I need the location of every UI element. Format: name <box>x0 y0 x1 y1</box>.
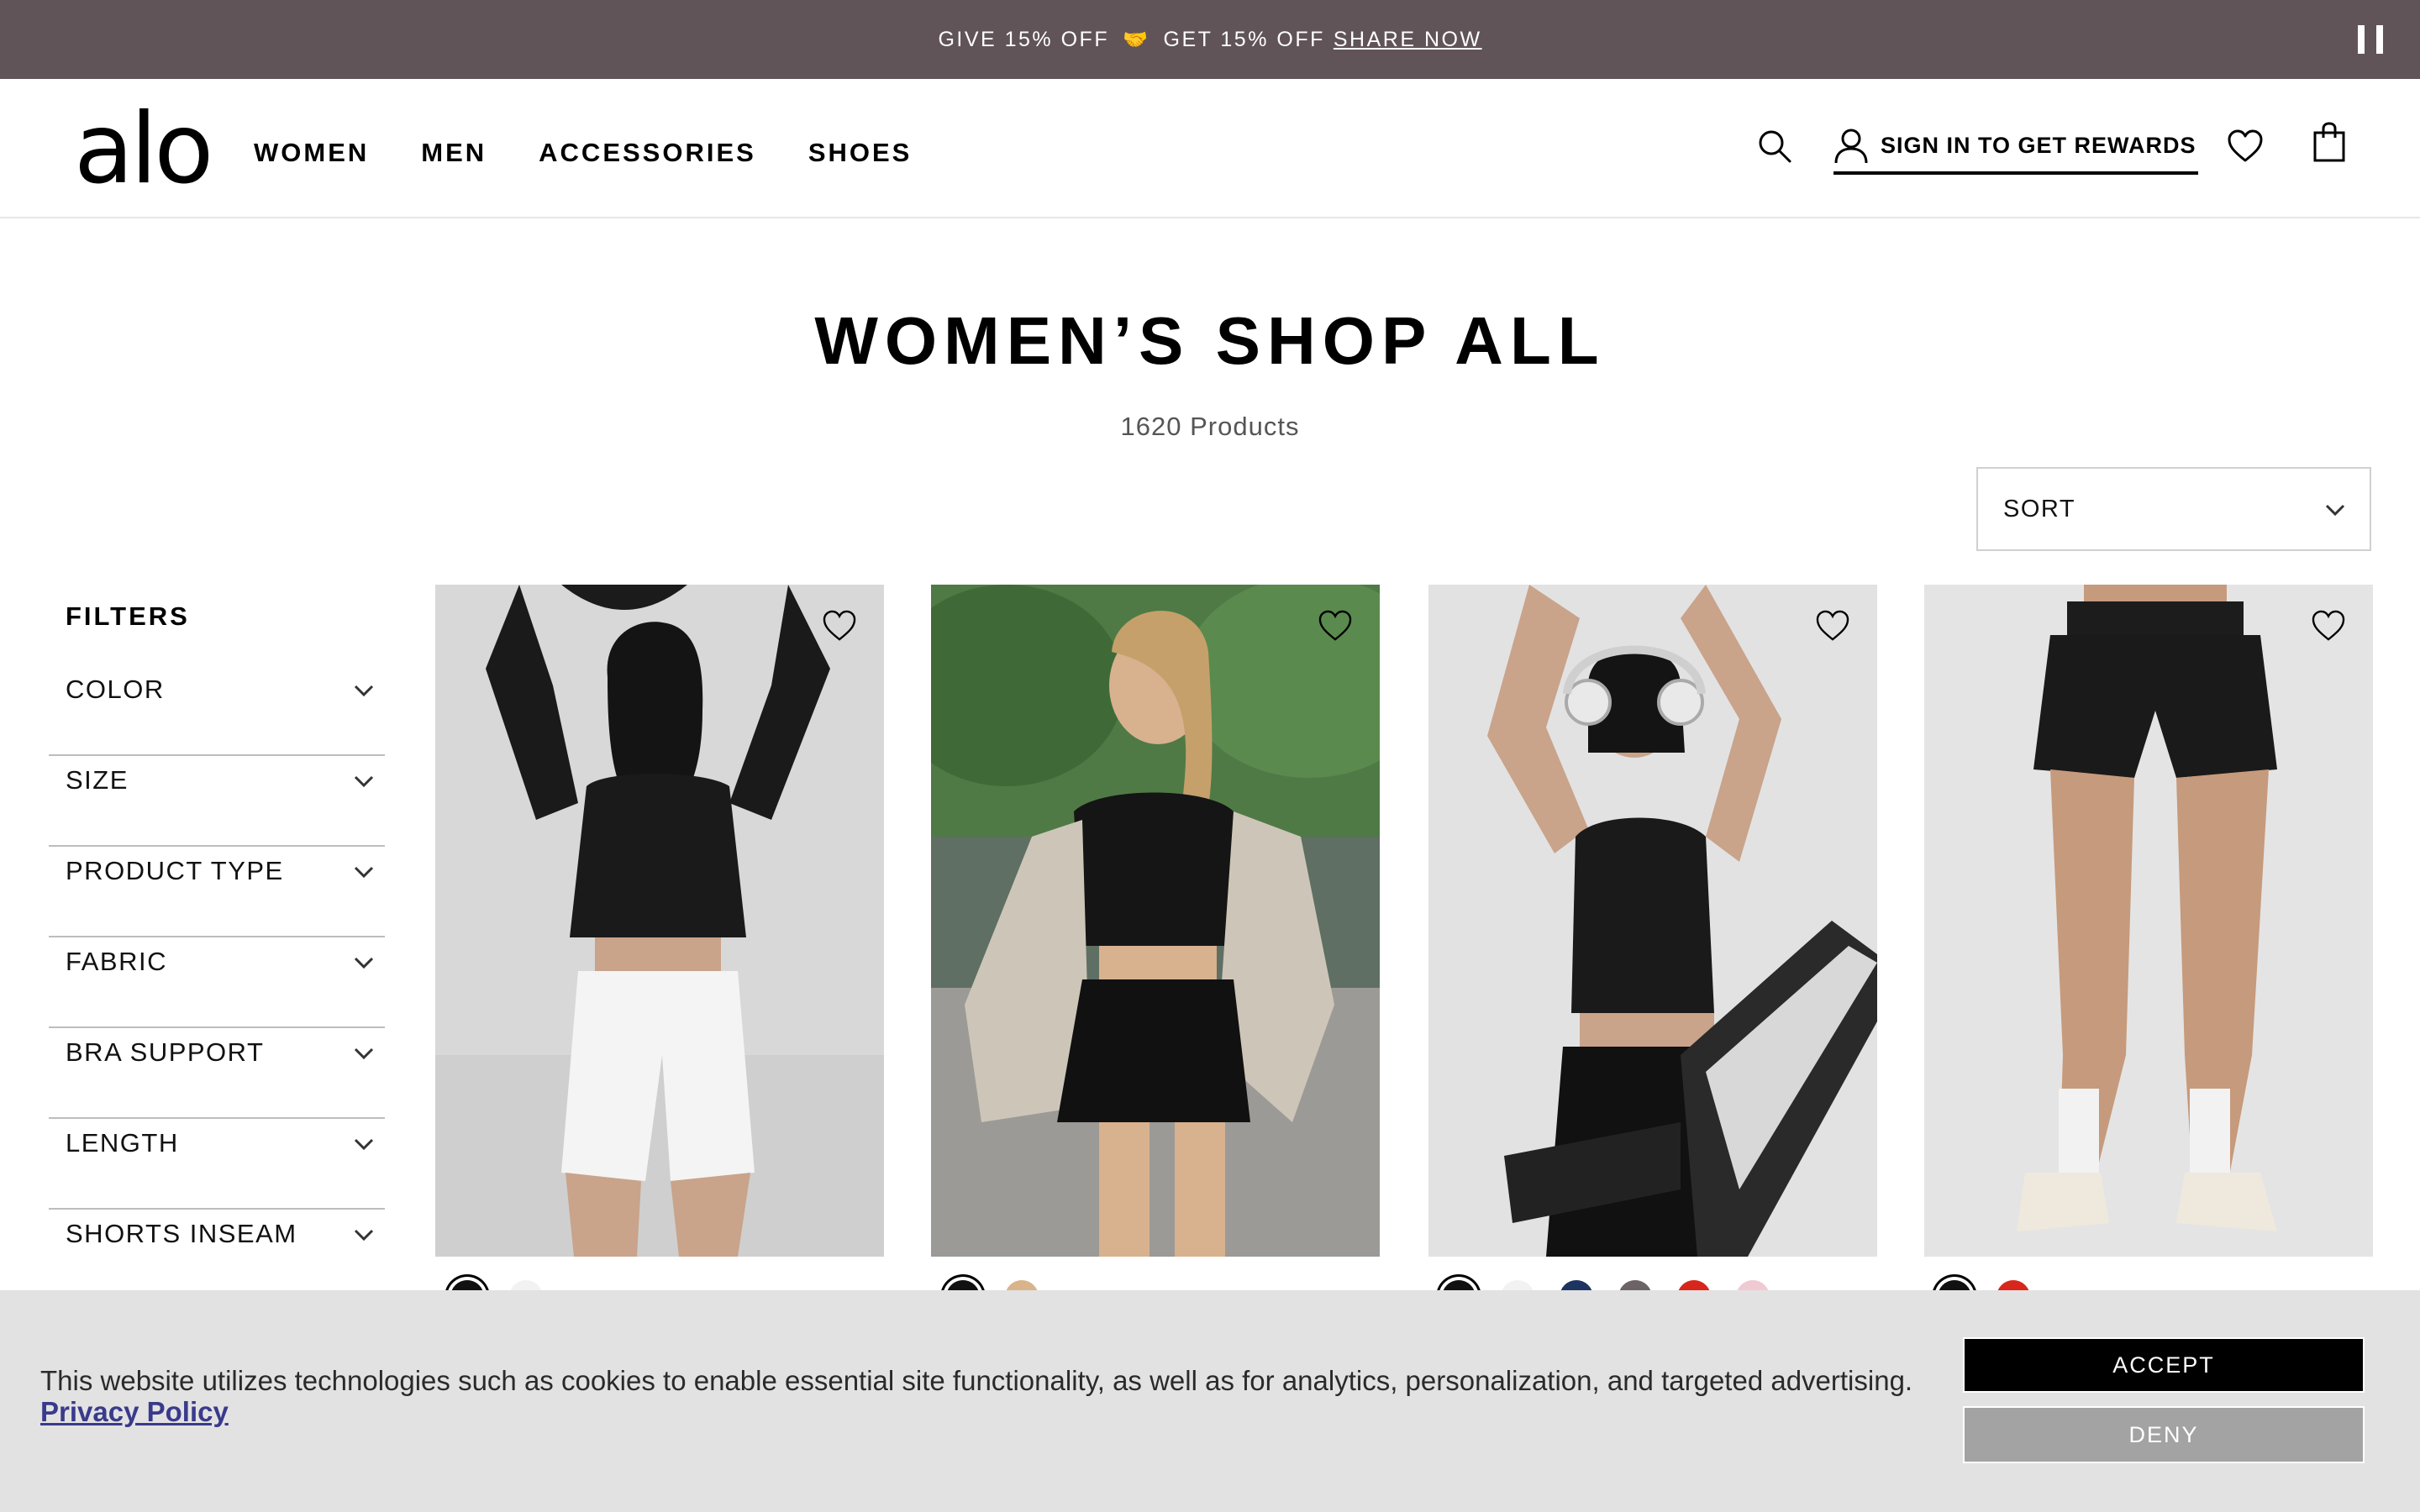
chevron-down-icon <box>354 957 374 969</box>
chevron-down-icon <box>354 685 374 697</box>
bag-icon[interactable] <box>2312 121 2346 163</box>
user-icon <box>1834 129 1868 164</box>
product-card[interactable] <box>1428 585 1877 1257</box>
product-card[interactable] <box>1924 585 2373 1257</box>
filter-bra-support[interactable]: BRA SUPPORT <box>49 1028 385 1119</box>
filter-label: LENGTH <box>66 1128 179 1158</box>
heart-icon[interactable] <box>1318 610 1353 642</box>
product-image[interactable] <box>1428 585 1877 1257</box>
sign-in-rewards-link[interactable]: SIGN IN TO GET REWARDS <box>1833 128 2198 175</box>
filter-label: BRA SUPPORT <box>66 1037 265 1067</box>
filter-product-type[interactable]: PRODUCT TYPE <box>49 847 385 937</box>
accept-button[interactable]: ACCEPT <box>1963 1337 2365 1393</box>
filters-title: FILTERS <box>66 601 190 631</box>
product-image[interactable] <box>931 585 1380 1257</box>
filter-label: SIZE <box>66 765 129 795</box>
sort-dropdown[interactable]: SORT <box>1976 467 2371 551</box>
filter-label: FABRIC <box>66 947 167 976</box>
heart-icon[interactable] <box>822 610 857 642</box>
handshake-icon: 🤝 <box>1123 28 1150 51</box>
cookie-banner: This website utilizes technologies such … <box>0 1290 2420 1512</box>
filter-fabric[interactable]: FABRIC <box>49 937 385 1028</box>
chevron-down-icon <box>354 1229 374 1242</box>
heart-icon[interactable] <box>2311 610 2346 642</box>
main-nav: WOMEN MEN ACCESSORIES SHOES <box>254 138 964 168</box>
cookie-text: This website utilizes technologies such … <box>40 1365 1913 1396</box>
promo-bar: GIVE 15% OFF 🤝 GET 15% OFF SHARE NOW <box>0 0 2420 79</box>
product-count: 1620 Products <box>1120 412 1300 441</box>
filter-label: PRODUCT TYPE <box>66 856 284 885</box>
filter-color[interactable]: COLOR <box>49 665 385 756</box>
promo-give-text: GIVE 15% OFF <box>938 27 1110 51</box>
product-image[interactable] <box>1924 585 2373 1257</box>
product-card[interactable] <box>435 585 884 1257</box>
search-icon[interactable] <box>1756 128 1793 165</box>
filter-length[interactable]: LENGTH <box>49 1119 385 1210</box>
chevron-down-icon <box>354 1047 374 1060</box>
filter-shorts-inseam[interactable]: SHORTS INSEAM <box>49 1210 385 1300</box>
page-title: WOMEN’S SHOP ALL <box>814 303 1606 378</box>
sign-in-label: SIGN IN TO GET REWARDS <box>1881 133 2196 158</box>
deny-button[interactable]: DENY <box>1963 1406 2365 1463</box>
chevron-down-icon <box>354 775 374 788</box>
site-header: alo WOMEN MEN ACCESSORIES SHOES SIGN IN … <box>0 79 2420 218</box>
filter-label: COLOR <box>66 675 165 704</box>
chevron-down-icon <box>354 1138 374 1151</box>
promo-get-text: GET 15% OFF <box>1163 27 1325 51</box>
nav-shoes[interactable]: SHOES <box>808 138 913 168</box>
chevron-down-icon <box>2325 504 2345 517</box>
nav-accessories[interactable]: ACCESSORIES <box>539 138 756 168</box>
filter-size[interactable]: SIZE <box>49 756 385 847</box>
share-now-link[interactable]: SHARE NOW <box>1334 28 1482 52</box>
heart-icon[interactable] <box>2227 129 2264 163</box>
sort-label: SORT <box>2003 495 2076 522</box>
privacy-policy-link[interactable]: Privacy Policy <box>40 1396 229 1428</box>
chevron-down-icon <box>354 866 374 879</box>
product-card[interactable] <box>931 585 1380 1257</box>
product-image[interactable] <box>435 585 884 1257</box>
pause-icon[interactable] <box>2358 25 2383 54</box>
nav-men[interactable]: MEN <box>421 138 487 168</box>
filter-label: SHORTS INSEAM <box>66 1219 297 1248</box>
nav-women[interactable]: WOMEN <box>254 138 369 168</box>
heart-icon[interactable] <box>1815 610 1850 642</box>
alo-logo[interactable]: alo <box>74 101 213 198</box>
